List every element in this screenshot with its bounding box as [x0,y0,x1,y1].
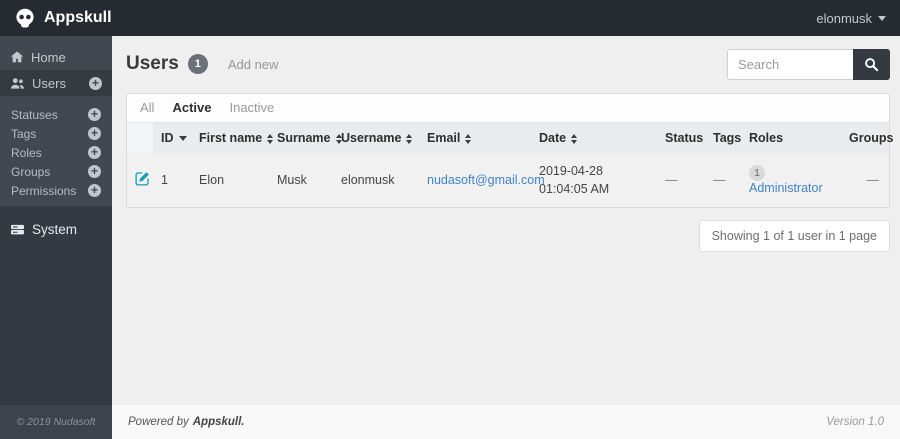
sidebar-item-system[interactable]: System [0,216,112,242]
column-header-id[interactable]: ID [153,123,191,153]
sort-icon [465,133,472,144]
sidebar-item-tags[interactable]: Tags [0,124,112,143]
search-group [727,48,890,80]
server-icon [10,223,25,236]
cell-id: 1 [153,153,191,208]
footer: © 2019 Nudasoft Powered by Appskull. Vers… [0,405,900,439]
role-count-badge: 1 [749,165,765,182]
page-title: Users [126,53,179,74]
table-row: 1 Elon Musk elonmusk nudasoft@gmail.com … [127,153,889,208]
add-new-link[interactable]: Add new [228,57,279,72]
users-icon [10,77,25,90]
search-input[interactable] [727,48,853,80]
column-header-username[interactable]: Username [333,123,419,153]
tab-all[interactable]: All [140,100,154,115]
table-header-row: ID First name Surname Username Email Dat… [127,123,893,153]
sidebar-item-groups[interactable]: Groups [0,162,112,181]
footer-powered-by: Powered by Appskull. [128,416,245,428]
plus-circle-icon[interactable] [88,126,101,140]
cell-groups: — [841,153,889,208]
sidebar-item-label: Roles [11,145,42,160]
cell-date: 2019-04-28 01:04:05 AM [531,153,657,208]
sidebar-item-permissions[interactable]: Permissions [0,181,112,200]
cell-username: elonmusk [333,153,419,208]
user-menu[interactable]: elonmusk [816,11,886,26]
sidebar-item-label: Permissions [11,183,77,198]
footer-version: Version 1.0 [826,416,884,428]
plus-circle-icon[interactable] [88,145,101,159]
email-link[interactable]: nudasoft@gmail.com [427,173,545,187]
tab-inactive[interactable]: Inactive [229,100,274,115]
column-header-roles: Roles [741,123,841,153]
column-header-date[interactable]: Date [531,123,657,153]
pagination-summary: Showing 1 of 1 user in 1 page [698,220,890,253]
plus-circle-icon[interactable] [89,76,102,90]
sidebar-item-users[interactable]: Users [0,70,112,96]
sort-icon [571,133,578,144]
topbar: Appskull elonmusk [0,0,900,36]
search-icon [864,57,879,72]
sidebar-system-section: System [0,206,112,405]
sort-icon [406,133,413,144]
users-table: ID First name Surname Username Email Dat… [127,123,893,208]
sidebar-item-label: Tags [11,126,37,141]
column-header-tags: Tags [705,123,741,153]
main-content: Users 1 Add new All Active [112,36,900,405]
sidebar-item-label: System [32,221,78,237]
cell-first-name: Elon [191,153,269,208]
footer-brand: Appskull. [192,416,245,428]
column-header-surname[interactable]: Surname [269,123,342,153]
footer-copyright: © 2019 Nudasoft [0,405,112,439]
cell-tags: — [705,153,741,208]
brand-name: Appskull [44,9,112,26]
sidebar: Home Users Statuses Tags Roles [0,36,112,405]
column-header-email[interactable]: Email [419,123,531,153]
plus-circle-icon[interactable] [88,107,101,121]
app-logo: Appskull [14,7,112,29]
home-icon [10,50,24,64]
cell-status: — [657,153,705,208]
sidebar-item-label: Groups [11,164,51,179]
cell-surname: Musk [269,153,333,208]
sort-desc-icon [178,136,187,142]
plus-circle-icon[interactable] [88,183,101,197]
column-header-groups: Groups [841,123,893,153]
edit-user-button[interactable] [135,171,150,186]
sidebar-item-home[interactable]: Home [0,44,112,70]
column-header-edit [127,123,153,153]
sidebar-item-label: Home [31,49,66,65]
user-menu-label: elonmusk [816,10,872,26]
users-count-badge: 1 [187,54,208,74]
search-button[interactable] [853,48,890,80]
sort-icon [267,133,274,144]
column-header-status: Status [657,123,705,153]
cell-roles: 1Administrator [741,153,841,208]
column-header-first-name[interactable]: First name [191,123,274,153]
skull-icon [14,7,36,29]
filter-tabs: All Active Inactive [127,94,889,123]
sidebar-item-label: Statuses [11,107,58,122]
plus-circle-icon[interactable] [88,164,101,178]
sidebar-item-roles[interactable]: Roles [0,143,112,162]
sidebar-item-label: Users [32,75,66,91]
tab-active[interactable]: Active [172,100,211,115]
users-card: All Active Inactive ID First name Surnam… [126,93,893,209]
role-link[interactable]: Administrator [749,181,823,195]
sidebar-item-statuses[interactable]: Statuses [0,105,112,124]
chevron-down-icon [878,15,886,21]
